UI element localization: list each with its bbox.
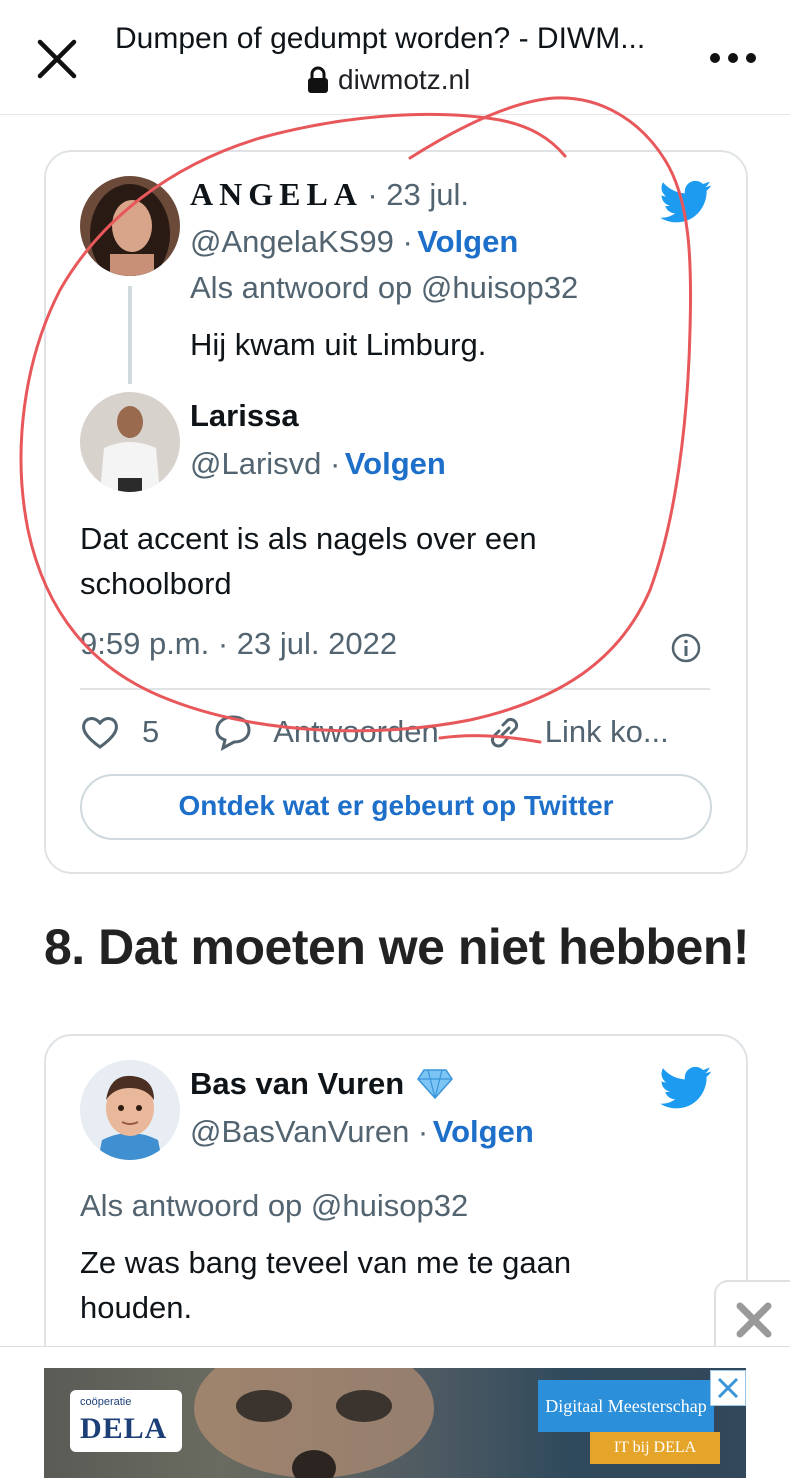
dela-logo[interactable]: coöperatie DELA — [70, 1390, 182, 1452]
author-name[interactable]: Bas van Vuren — [190, 1066, 404, 1102]
red-circle-annotation — [19, 96, 693, 744]
ad-headline-badge[interactable]: Digitaal Meesterschap — [538, 1380, 714, 1432]
tweet-text: Ze was bang teveel van me te gaan houden… — [80, 1240, 571, 1330]
twitter-bird-icon[interactable] — [660, 1066, 712, 1110]
logo-big-text: DELA — [80, 1412, 168, 1445]
tweet2-header: Bas van Vuren — [190, 1066, 454, 1102]
avatar-bas[interactable] — [80, 1060, 180, 1160]
avatar-bas-image — [80, 1060, 180, 1160]
follow-button[interactable]: Volgen — [433, 1114, 534, 1149]
tweet-text-line: Ze was bang teveel van me te gaan — [80, 1245, 572, 1280]
close-icon — [736, 1302, 772, 1338]
tweet2-handle-row: @BasVanVuren · Volgen — [190, 1114, 534, 1150]
reply-to-label[interactable]: Als antwoord op @huisop32 — [80, 1188, 468, 1224]
section-heading: 8. Dat moeten we niet hebben! — [44, 919, 750, 975]
tweet-text-line: houden. — [80, 1290, 193, 1325]
diamond-icon — [417, 1069, 454, 1100]
author-handle[interactable]: @BasVanVuren · — [190, 1114, 428, 1149]
ad-collapse-button[interactable] — [714, 1280, 790, 1356]
close-icon — [717, 1377, 739, 1399]
ad-subline-badge[interactable]: IT bij DELA — [590, 1432, 720, 1464]
logo-small-text: coöperatie — [80, 1396, 132, 1408]
ad-close-button[interactable] — [710, 1370, 746, 1406]
